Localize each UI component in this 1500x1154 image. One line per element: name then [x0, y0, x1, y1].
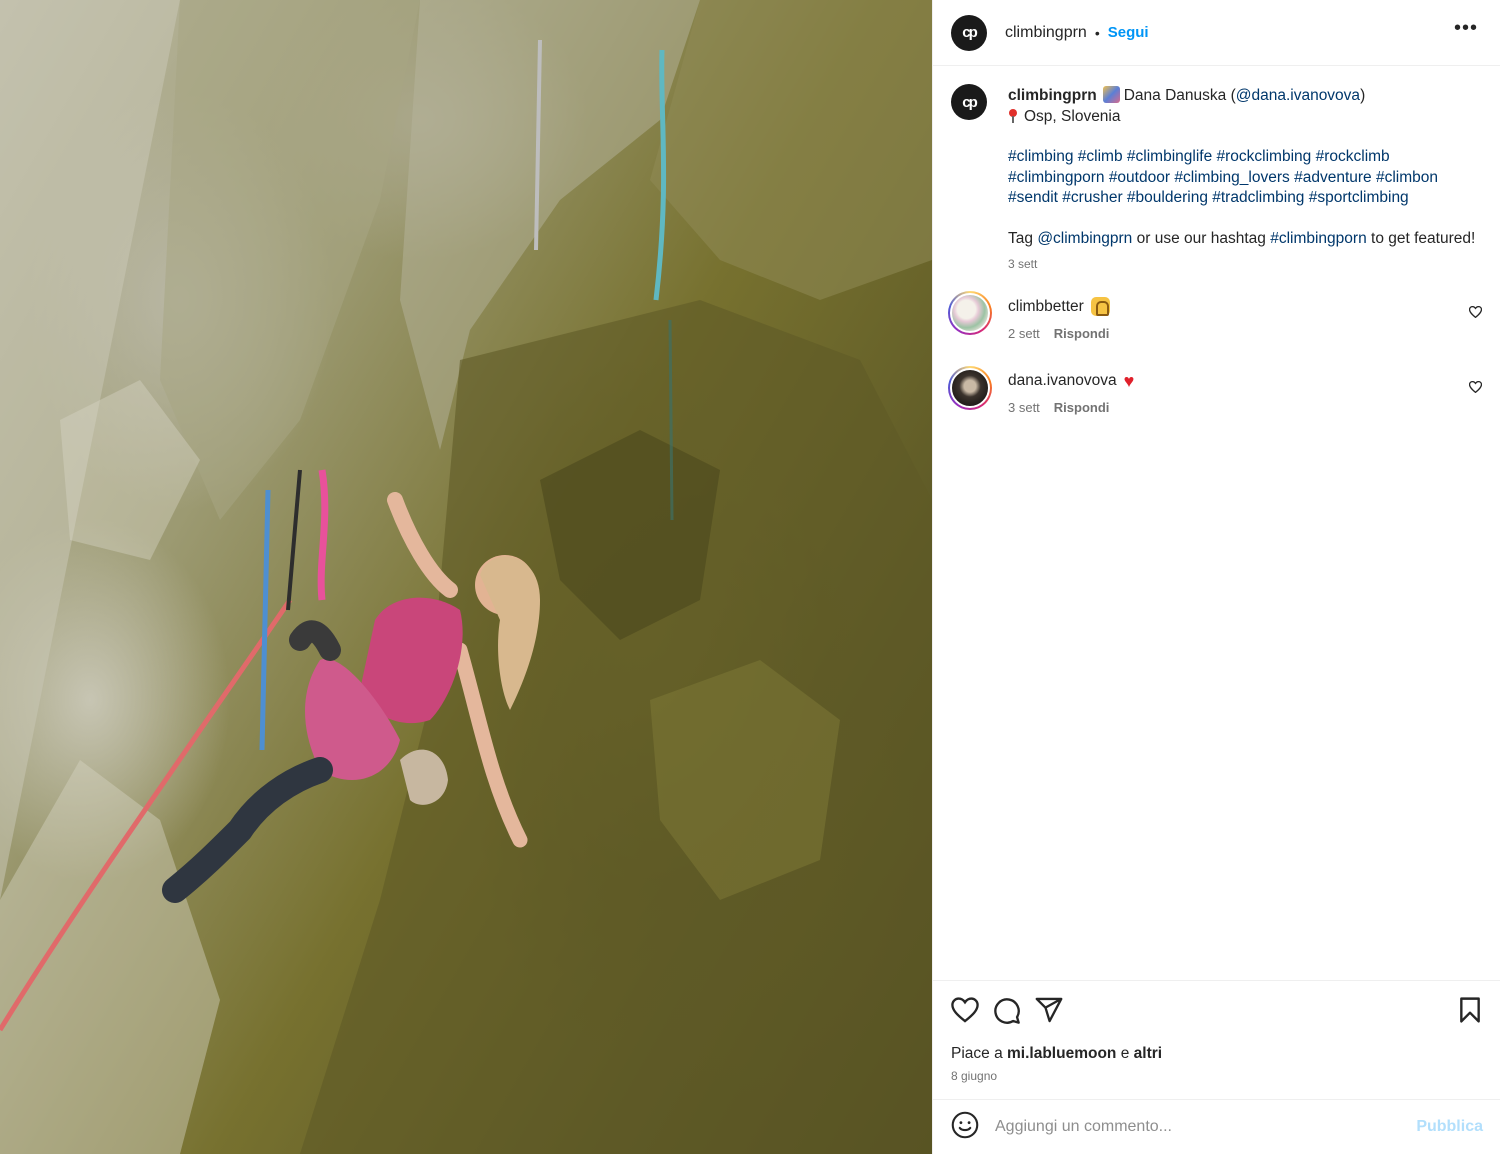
post-actions: Piace a mi.labluemoon e altri 8 giugno: [933, 980, 1500, 1100]
hashtags-line-2: #climbingporn #outdoor #climbing_lovers …: [1008, 168, 1482, 189]
post-photo[interactable]: [0, 0, 932, 1154]
caption-location: Osp, Slovenia: [1024, 107, 1121, 125]
red-heart-emoji-icon: ♥: [1123, 371, 1135, 391]
likes-prefix: Piace a: [951, 1045, 1003, 1062]
emoji-smiley-icon[interactable]: [951, 1111, 979, 1144]
follow-button[interactable]: Segui: [1108, 24, 1149, 41]
hashtag[interactable]: #climbinglife: [1127, 148, 1212, 165]
comment-item: dana.ivanovova ♥ 3 sett Rispondi: [933, 366, 1500, 441]
caption-name: Dana Danuska: [1123, 87, 1227, 104]
comment-avatar[interactable]: [948, 366, 992, 410]
caption-line-1: climbingprn Dana Danuska (@dana.ivanovova…: [1008, 86, 1482, 107]
caption-mention[interactable]: @dana.ivanovova: [1236, 87, 1360, 104]
hashtag[interactable]: #tradclimbing: [1212, 189, 1304, 206]
caption-username[interactable]: climbingprn: [1008, 87, 1097, 104]
post-header: cp climbingprn • Segui •••: [933, 0, 1500, 66]
add-comment-bar: Pubblica: [933, 1099, 1500, 1154]
caption-avatar-logo-text: cp: [962, 93, 977, 111]
post-side-panel: cp climbingprn • Segui ••• cp climbingpr…: [932, 0, 1500, 1154]
reply-button[interactable]: Rispondi: [1054, 400, 1110, 415]
caption-timestamp[interactable]: 3 sett: [1008, 257, 1482, 271]
tag-mention[interactable]: @climbingprn: [1037, 230, 1132, 247]
hashtag[interactable]: #rockclimb: [1316, 148, 1390, 165]
comment-username[interactable]: climbbetter: [1008, 298, 1084, 316]
hashtag[interactable]: #climbingporn: [1008, 169, 1105, 186]
tag-prefix: Tag: [1008, 229, 1033, 247]
hashtags-line-1: #climbing #climb #climbinglife #rockclim…: [1008, 147, 1482, 168]
likes-summary: Piace a mi.labluemoon e altri: [951, 1045, 1162, 1063]
comment-username[interactable]: dana.ivanovova: [1008, 372, 1117, 390]
tag-suffix: to get featured!: [1371, 229, 1476, 247]
hashtag[interactable]: #climbon: [1376, 169, 1438, 186]
caption-paren-close: ): [1360, 87, 1366, 104]
climber-emoji-icon: [1102, 86, 1120, 103]
comment-like-heart-icon[interactable]: [1468, 380, 1483, 398]
profile-avatar[interactable]: cp: [951, 14, 987, 51]
comment-like-heart-icon[interactable]: [1468, 305, 1483, 323]
tag-middle: or use our hashtag: [1136, 229, 1266, 247]
publish-button[interactable]: Pubblica: [1416, 1118, 1483, 1136]
hashtag[interactable]: #outdoor: [1109, 169, 1170, 186]
pin-icon: [1008, 108, 1018, 123]
hashtag[interactable]: #climbing_lovers: [1174, 169, 1289, 186]
header-username[interactable]: climbingprn: [1005, 24, 1087, 42]
comment-item: climbbetter 2 sett Rispondi: [933, 291, 1500, 366]
hashtag[interactable]: #adventure: [1294, 169, 1372, 186]
climbing-photo-illustration: [0, 0, 932, 1154]
hashtag[interactable]: #climbing: [1008, 148, 1073, 165]
header-separator: •: [1094, 24, 1100, 41]
likes-mid: e: [1120, 1045, 1130, 1062]
post-caption: cp climbingprn Dana Danuska (@dana.ivanov…: [933, 66, 1500, 271]
hashtag[interactable]: #climb: [1078, 148, 1123, 165]
comment-input[interactable]: [995, 1118, 1417, 1136]
more-options-icon[interactable]: •••: [1454, 18, 1478, 38]
tag-hashtag[interactable]: #climbingporn: [1270, 230, 1367, 247]
caption-tag-text: Tag @climbingprn or use our hashtag #cli…: [1008, 229, 1482, 250]
post-date[interactable]: 8 giugno: [951, 1069, 997, 1083]
comment-avatar[interactable]: [948, 291, 992, 335]
caption-location-line: Osp, Slovenia: [1008, 107, 1482, 128]
comment-time[interactable]: 3 sett: [1008, 400, 1040, 415]
hashtag[interactable]: #rockclimbing: [1217, 148, 1312, 165]
praise-hands-emoji-icon: [1090, 297, 1110, 316]
hashtag[interactable]: #sportclimbing: [1309, 189, 1409, 206]
reply-button[interactable]: Rispondi: [1054, 326, 1110, 341]
share-paper-plane-icon[interactable]: [1035, 997, 1063, 1030]
likes-others[interactable]: altri: [1134, 1045, 1162, 1062]
save-bookmark-icon[interactable]: [1459, 997, 1481, 1028]
comment-bubble-icon[interactable]: [993, 997, 1021, 1030]
comment-time[interactable]: 2 sett: [1008, 326, 1040, 341]
likes-user[interactable]: mi.labluemoon: [1007, 1045, 1116, 1062]
caption-avatar[interactable]: cp: [951, 84, 987, 120]
hashtag[interactable]: #sendit: [1008, 189, 1058, 206]
hashtag[interactable]: #crusher: [1062, 189, 1122, 206]
hashtag[interactable]: #bouldering: [1127, 189, 1208, 206]
avatar-logo-text: cp: [962, 24, 977, 41]
like-heart-icon[interactable]: [951, 997, 979, 1030]
hashtags-line-3: #sendit #crusher #bouldering #tradclimbi…: [1008, 188, 1482, 209]
